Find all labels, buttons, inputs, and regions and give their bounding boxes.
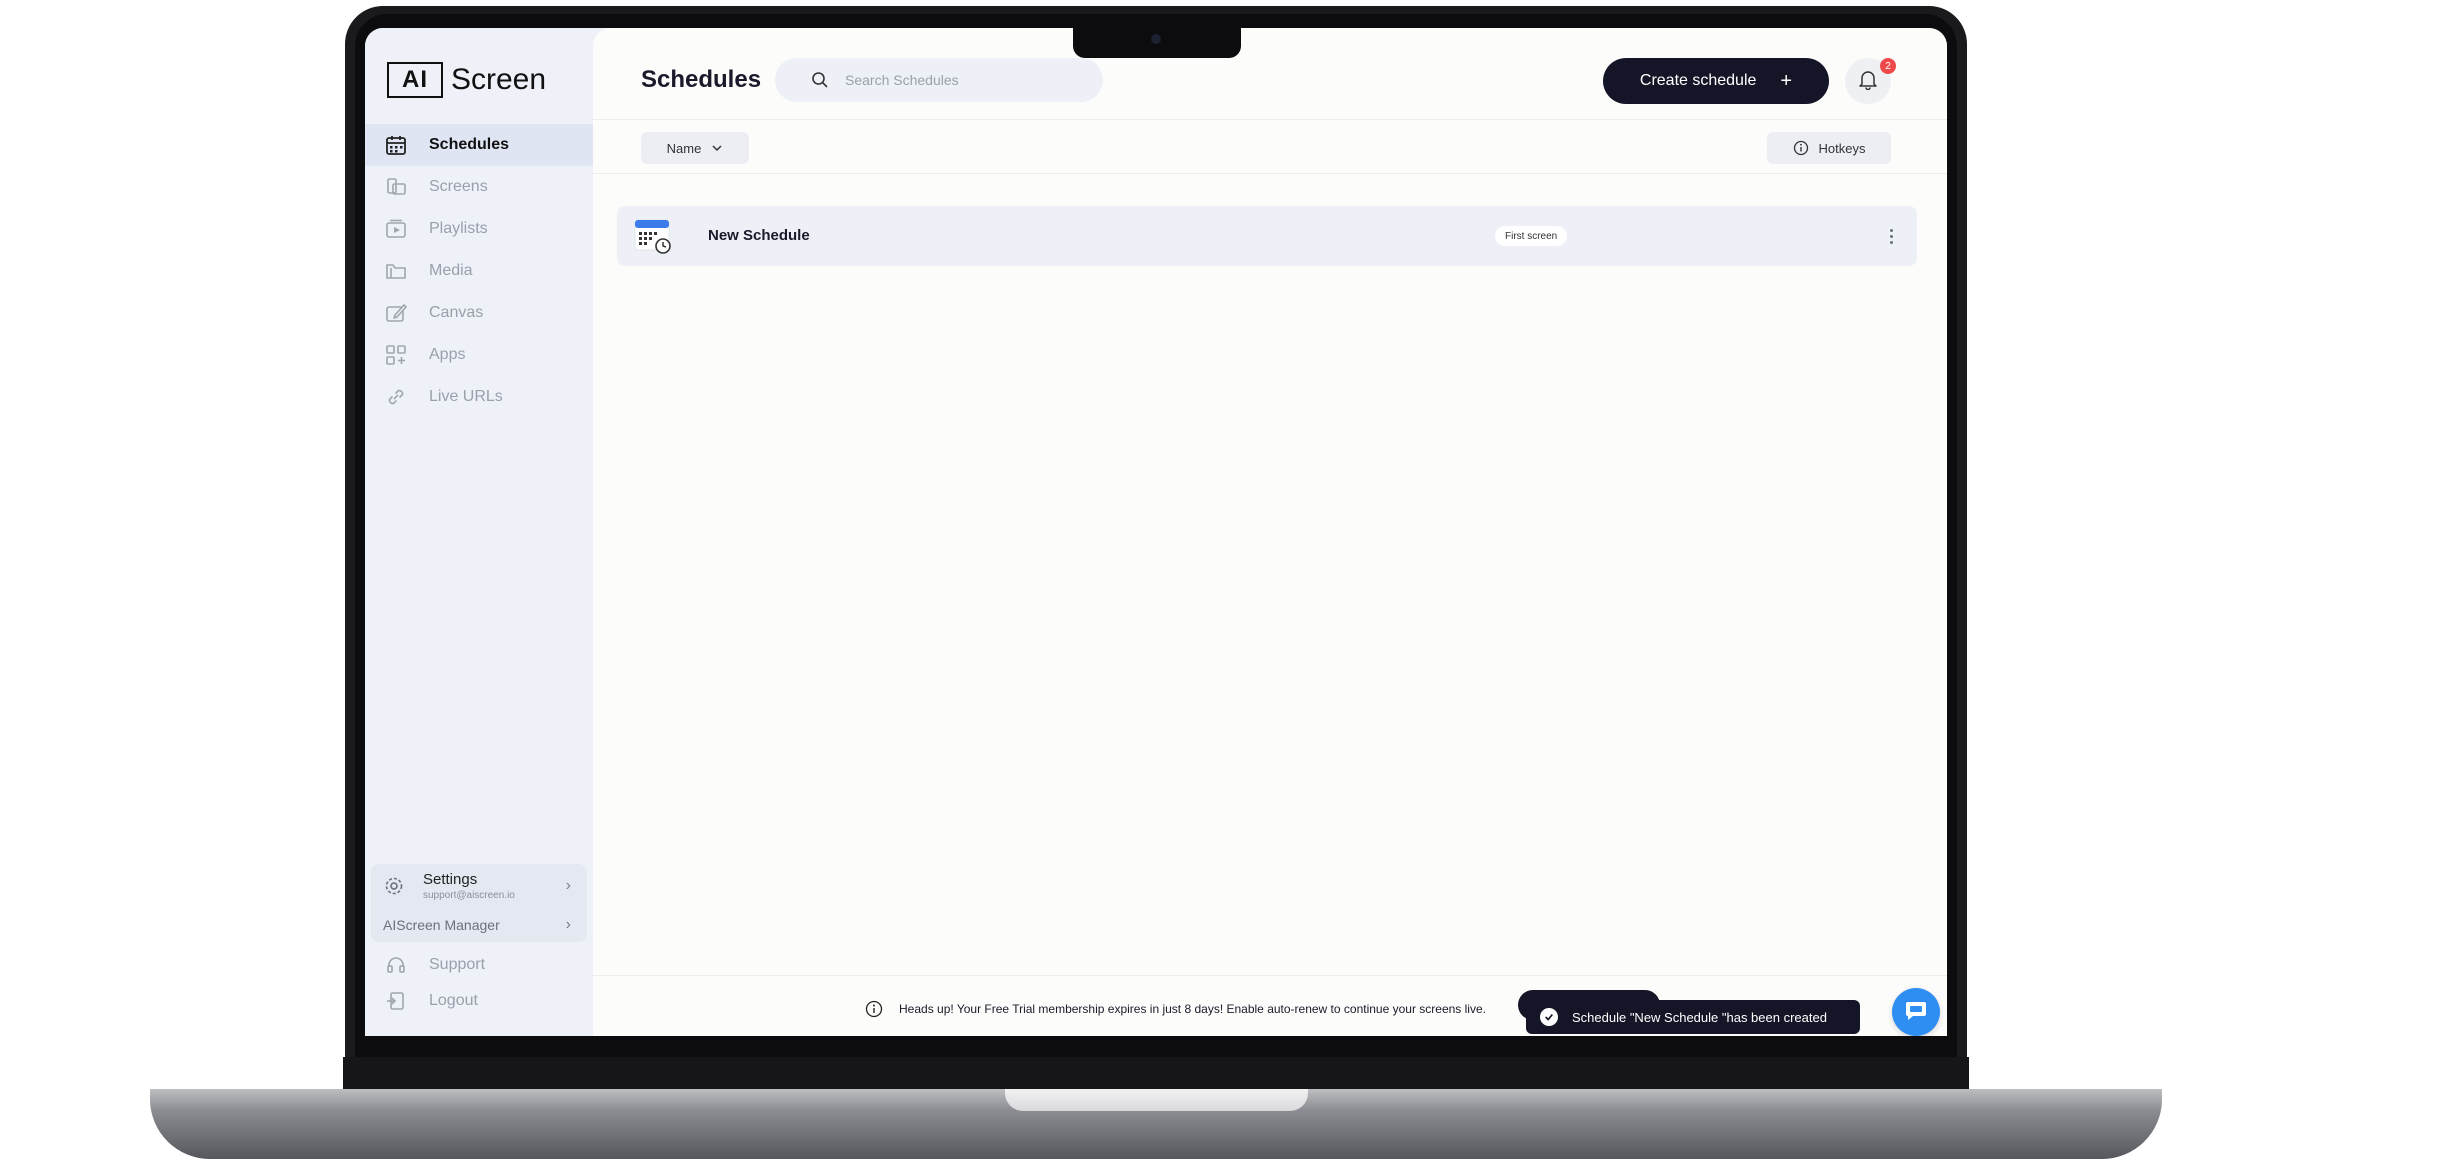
settings-button[interactable]: Settings support@aiscreen.io › bbox=[371, 864, 587, 908]
more-options-icon[interactable] bbox=[1883, 224, 1899, 248]
logo[interactable]: AI Screen bbox=[387, 62, 546, 98]
headset-icon bbox=[385, 954, 407, 976]
main-content: Schedules Create schedule + 2 Name Hotke… bbox=[593, 28, 1947, 1036]
schedule-name: New Schedule bbox=[708, 227, 810, 244]
trial-notice: Heads up! Your Free Trial membership exp… bbox=[865, 1000, 1486, 1018]
sidebar-item-label: Canvas bbox=[429, 304, 484, 321]
settings-title: Settings bbox=[423, 871, 478, 888]
sidebar-item-screens[interactable]: Screens bbox=[365, 166, 593, 208]
canvas-icon bbox=[385, 302, 407, 324]
toolbar bbox=[593, 120, 1947, 174]
chevron-right-icon: › bbox=[565, 877, 571, 894]
chat-button[interactable] bbox=[1892, 988, 1940, 1036]
link-icon bbox=[385, 386, 407, 408]
info-icon bbox=[865, 1000, 883, 1018]
logo-text: Screen bbox=[451, 63, 547, 96]
toast-message: Schedule "New Schedule "has been created bbox=[1572, 1009, 1827, 1025]
screens-icon bbox=[385, 176, 407, 198]
camera-icon bbox=[1151, 34, 1161, 44]
logout-label: Logout bbox=[429, 992, 478, 1009]
sidebar-item-label: Live URLs bbox=[429, 388, 503, 405]
sidebar-item-label: Media bbox=[429, 262, 473, 279]
logout-icon bbox=[385, 990, 407, 1012]
schedule-screen-tag: First screen bbox=[1495, 226, 1568, 246]
sidebar-item-schedules[interactable]: Schedules bbox=[365, 124, 593, 166]
settings-card: Settings support@aiscreen.io › AIScreen … bbox=[371, 864, 587, 942]
app-screen: AI Screen Schedules Screens Playlists Me… bbox=[365, 28, 1947, 1036]
hotkeys-button[interactable]: Hotkeys bbox=[1767, 132, 1891, 164]
page-title: Schedules bbox=[641, 66, 762, 93]
search-box[interactable] bbox=[775, 58, 1103, 102]
hotkeys-label: Hotkeys bbox=[1818, 140, 1866, 156]
manager-label: AIScreen Manager bbox=[383, 917, 500, 933]
toast-notification: Schedule "New Schedule "has been created bbox=[1526, 1000, 1860, 1034]
sidebar-nav: Schedules Screens Playlists Media Canvas… bbox=[365, 124, 593, 418]
chat-icon bbox=[1904, 998, 1928, 1027]
schedule-row[interactable]: New Schedule First screen bbox=[617, 206, 1917, 266]
playlist-icon bbox=[385, 218, 407, 240]
check-icon bbox=[1540, 1008, 1558, 1026]
support-label: Support bbox=[429, 956, 486, 973]
search-icon bbox=[811, 71, 829, 89]
search-input[interactable] bbox=[845, 72, 1085, 88]
aiscreen-manager-button[interactable]: AIScreen Manager › bbox=[371, 910, 587, 940]
sort-label: Name bbox=[666, 140, 702, 156]
gear-icon bbox=[383, 875, 405, 897]
plus-icon: + bbox=[1780, 69, 1793, 92]
sidebar-item-label: Apps bbox=[429, 346, 466, 363]
sort-dropdown[interactable]: Name bbox=[641, 132, 749, 164]
sidebar-item-apps[interactable]: Apps bbox=[365, 334, 593, 376]
calendar-icon bbox=[385, 134, 407, 156]
logout-button[interactable]: Logout bbox=[365, 984, 593, 1018]
sidebar-item-live-urls[interactable]: Live URLs bbox=[365, 376, 593, 418]
sidebar-item-playlists[interactable]: Playlists bbox=[365, 208, 593, 250]
laptop-base-notch bbox=[1005, 1089, 1308, 1111]
logo-mark: AI bbox=[387, 62, 443, 98]
sidebar: AI Screen Schedules Screens Playlists Me… bbox=[365, 28, 593, 1036]
trial-message: Heads up! Your Free Trial membership exp… bbox=[899, 1002, 1486, 1016]
sidebar-item-label: Playlists bbox=[429, 220, 488, 237]
create-schedule-label: Create schedule bbox=[1639, 72, 1757, 89]
folder-icon bbox=[385, 260, 407, 282]
create-schedule-button[interactable]: Create schedule + bbox=[1603, 58, 1829, 104]
sidebar-item-label: Screens bbox=[429, 178, 488, 195]
notification-badge: 2 bbox=[1880, 58, 1896, 74]
apps-icon bbox=[385, 344, 407, 366]
chevron-right-icon: › bbox=[565, 916, 571, 933]
sidebar-item-canvas[interactable]: Canvas bbox=[365, 292, 593, 334]
settings-email: support@aiscreen.io bbox=[423, 890, 515, 901]
sidebar-item-media[interactable]: Media bbox=[365, 250, 593, 292]
info-icon bbox=[1793, 140, 1808, 156]
chevron-down-icon bbox=[712, 145, 722, 152]
support-button[interactable]: Support bbox=[365, 948, 593, 982]
schedule-calendar-icon bbox=[633, 216, 673, 256]
laptop-bezel-bottom bbox=[343, 1057, 1969, 1089]
sidebar-item-label: Schedules bbox=[429, 136, 510, 153]
bell-icon bbox=[1857, 68, 1879, 95]
